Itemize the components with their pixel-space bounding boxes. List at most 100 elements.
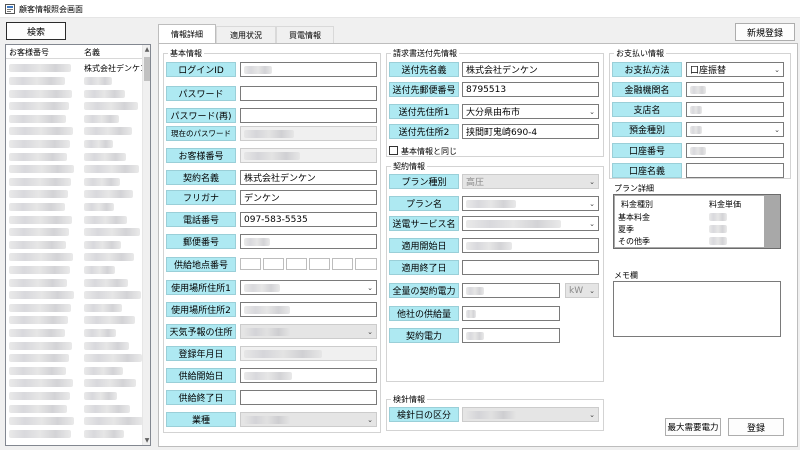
- list-scrollbar[interactable]: ▲ ▼: [142, 45, 150, 445]
- list-item[interactable]: [6, 327, 144, 339]
- list-item[interactable]: [6, 377, 144, 389]
- list-item[interactable]: [6, 151, 144, 163]
- list-item[interactable]: [6, 314, 144, 326]
- list-item[interactable]: [6, 251, 144, 263]
- list-item[interactable]: [6, 176, 144, 188]
- scroll-down-icon[interactable]: ▼: [143, 436, 151, 445]
- deposit-type-select[interactable]: ⌄: [686, 122, 784, 137]
- title-bar: 顧客情報照会画面: [0, 0, 800, 18]
- list-item[interactable]: [6, 214, 144, 226]
- search-button[interactable]: 検索: [6, 22, 66, 40]
- send-name-field[interactable]: 株式会社デンケン: [462, 62, 599, 77]
- list-item[interactable]: [6, 138, 144, 150]
- send-address1-select[interactable]: 大分県由布市 ⌄: [462, 104, 599, 119]
- chevron-down-icon: ⌄: [589, 107, 595, 116]
- phone-field[interactable]: 097-583-5535: [240, 212, 377, 227]
- payment-method-select[interactable]: 口座振替 ⌄: [686, 62, 784, 77]
- password-field[interactable]: [240, 86, 377, 101]
- send-address2-field[interactable]: 挟間町鬼崎690-4: [462, 124, 599, 139]
- furigana-field[interactable]: デンケン: [240, 190, 377, 205]
- chevron-down-icon: ⌄: [367, 415, 373, 424]
- list-item[interactable]: [6, 125, 144, 137]
- list-item[interactable]: [6, 277, 144, 289]
- apply-end-field[interactable]: [462, 260, 599, 275]
- window-title: 顧客情報照会画面: [19, 5, 83, 14]
- list-item[interactable]: [6, 302, 144, 314]
- same-as-basic-label: 基本情報と同じ: [401, 147, 457, 156]
- list-item[interactable]: [6, 163, 144, 175]
- list-item[interactable]: [6, 226, 144, 238]
- total-power-field[interactable]: [462, 283, 560, 298]
- supply-end-label: 供給終了日: [166, 390, 236, 405]
- account-number-field[interactable]: [686, 143, 784, 158]
- list-item[interactable]: [6, 415, 144, 427]
- power-unit-select[interactable]: kW ⌄: [565, 283, 599, 298]
- password-confirm-field[interactable]: [240, 108, 377, 123]
- login-id-field[interactable]: [240, 62, 377, 77]
- customer-list[interactable]: お客様番号 名義 株式会社デンケン ▲ ▼: [5, 44, 151, 446]
- list-item[interactable]: [6, 239, 144, 251]
- account-name-field[interactable]: [686, 163, 784, 178]
- chevron-down-icon: ⌄: [367, 327, 373, 336]
- customer-number-label: お客様番号: [166, 148, 236, 163]
- tab-apply-status[interactable]: 適用状況: [216, 26, 276, 43]
- apply-end-label: 適用終了日: [389, 260, 459, 275]
- register-button[interactable]: 登録: [728, 418, 784, 436]
- contract-power-field[interactable]: [462, 328, 560, 343]
- plan-detail-grid[interactable]: 料金種別 料金単価 基本料金 夏季 その他季: [613, 194, 781, 249]
- list-item[interactable]: [6, 201, 144, 213]
- list-item[interactable]: [6, 365, 144, 377]
- other-supply-field[interactable]: [462, 306, 560, 321]
- memo-textarea[interactable]: [613, 281, 781, 337]
- new-register-button[interactable]: 新規登録: [735, 23, 795, 41]
- list-item[interactable]: [6, 75, 144, 87]
- supply-point-field-2[interactable]: [263, 258, 284, 270]
- meter-category-label: 検針日の区分: [389, 407, 459, 422]
- payment-method-value: 口座振替: [690, 66, 727, 76]
- contract-power-label: 契約電力: [389, 328, 459, 343]
- list-item[interactable]: [6, 264, 144, 276]
- plan-detail-title: プラン詳細: [614, 184, 654, 193]
- list-item[interactable]: [6, 100, 144, 112]
- same-as-basic-checkbox[interactable]: [389, 146, 398, 155]
- list-item[interactable]: [6, 403, 144, 415]
- scroll-thumb[interactable]: [144, 57, 150, 81]
- scroll-up-icon[interactable]: ▲: [143, 45, 151, 54]
- send-zip-field[interactable]: 8795513: [462, 82, 599, 97]
- list-item[interactable]: [6, 113, 144, 125]
- zip-field[interactable]: [240, 234, 377, 249]
- weather-address-select[interactable]: ⌄: [240, 324, 377, 339]
- address1-select[interactable]: ⌄: [240, 280, 377, 295]
- list-item[interactable]: [6, 289, 144, 301]
- list-item[interactable]: [6, 88, 144, 100]
- tab-detail[interactable]: 情報詳細: [158, 24, 216, 44]
- max-demand-button[interactable]: 最大需要電力: [665, 418, 721, 436]
- industry-select[interactable]: ⌄: [240, 412, 377, 427]
- meter-category-select[interactable]: ⌄: [462, 407, 599, 422]
- service-name-select[interactable]: ⌄: [462, 216, 599, 231]
- apply-start-field[interactable]: [462, 238, 599, 253]
- contract-name-field[interactable]: 株式会社デンケン: [240, 170, 377, 185]
- list-header: お客様番号 名義: [6, 45, 144, 59]
- list-item[interactable]: 株式会社デンケン: [6, 62, 148, 74]
- supply-end-field[interactable]: [240, 390, 377, 405]
- list-item[interactable]: [6, 188, 144, 200]
- list-item[interactable]: [6, 352, 144, 364]
- bank-name-field[interactable]: [686, 82, 784, 97]
- list-item[interactable]: [6, 340, 144, 352]
- supply-start-field[interactable]: [240, 368, 377, 383]
- tab-power-purchase[interactable]: 買電情報: [276, 26, 334, 43]
- supply-point-field-1[interactable]: [240, 258, 261, 270]
- send-zip-label: 送付先郵便番号: [389, 82, 459, 97]
- list-item[interactable]: [6, 390, 144, 402]
- branch-name-field[interactable]: [686, 102, 784, 117]
- address2-field[interactable]: [240, 302, 377, 317]
- supply-point-field-3[interactable]: [286, 258, 307, 270]
- plan-type-select[interactable]: 高圧 ⌄: [462, 174, 599, 189]
- current-password-label: 現在のパスワード: [166, 126, 236, 141]
- plan-name-select[interactable]: ⌄: [462, 196, 599, 211]
- supply-point-field-6[interactable]: [355, 258, 377, 270]
- supply-point-field-4[interactable]: [309, 258, 330, 270]
- supply-point-field-5[interactable]: [332, 258, 353, 270]
- list-item[interactable]: [6, 428, 144, 440]
